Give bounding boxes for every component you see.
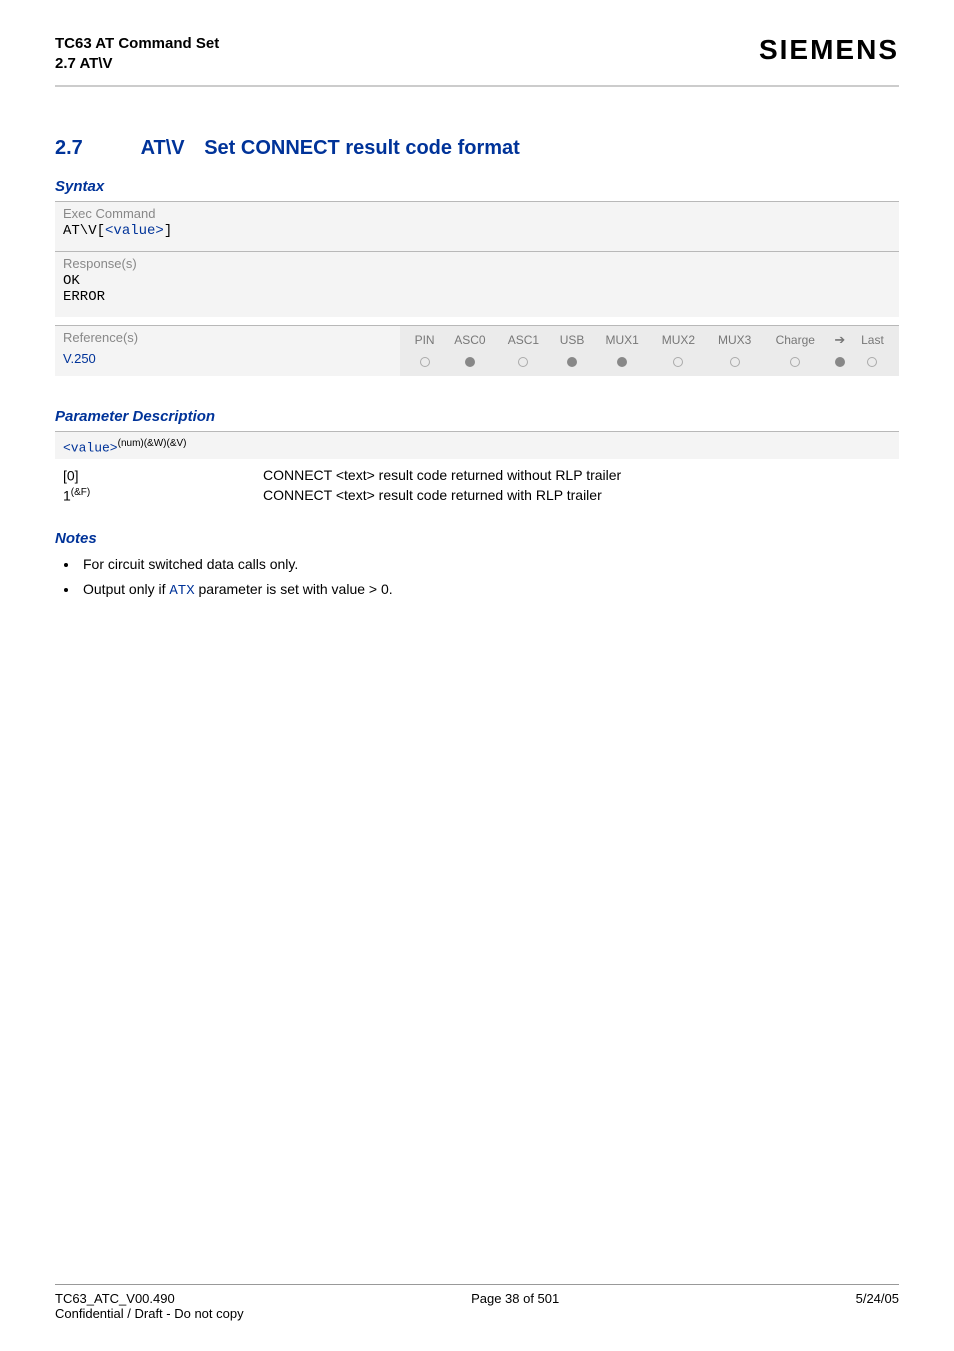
param-val-0: [0] — [63, 467, 79, 483]
note-0-pre: For circuit switched data calls only. — [83, 556, 298, 572]
pin-h-1: ASC0 — [443, 330, 496, 350]
exec-cmd-prefix: AT\V[ — [63, 223, 105, 239]
footer-divider — [55, 1284, 899, 1285]
dot-filled-icon — [835, 357, 845, 367]
notes-heading: Notes — [55, 530, 899, 547]
section-number: 2.7 — [55, 137, 135, 160]
doc-subtitle: 2.7 AT\V — [55, 54, 219, 74]
header-divider — [55, 85, 899, 87]
doc-title: TC63 AT Command Set — [55, 34, 219, 54]
param-desc-0: CONNECT <text> result code returned with… — [263, 467, 621, 484]
atx-link[interactable]: ATX — [169, 583, 194, 599]
exec-command-text: AT\V[<value>] — [63, 221, 891, 243]
exec-cmd-param[interactable]: <value> — [105, 223, 164, 239]
dot-filled-icon — [617, 357, 627, 367]
pin-h-4: MUX1 — [594, 330, 650, 350]
page-footer: TC63_ATC_V00.490 Page 38 of 501 5/24/05 … — [55, 1284, 899, 1321]
note-0: For circuit switched data calls only. — [79, 553, 899, 575]
param-desc-heading: Parameter Description — [55, 408, 899, 425]
dot-open-icon — [420, 357, 430, 367]
brand-logo: SIEMENS — [759, 34, 899, 66]
pin-h-5: MUX2 — [650, 330, 706, 350]
param-val-1: 1 — [63, 488, 71, 504]
dot-filled-icon — [465, 357, 475, 367]
param-sup: (num)(&W)(&V) — [118, 438, 187, 449]
footer-page: Page 38 of 501 — [471, 1291, 559, 1306]
param-row-1: 1(&F) CONNECT <text> result code returne… — [63, 487, 891, 504]
syntax-heading: Syntax — [55, 178, 899, 195]
exec-command-label: Exec Command — [63, 206, 891, 221]
pin-cell-7 — [763, 350, 828, 370]
footer-confidential: Confidential / Draft - Do not copy — [55, 1306, 899, 1321]
pin-h-6: MUX3 — [707, 330, 763, 350]
pin-h-7: Charge — [763, 330, 828, 350]
param-name-box: <value>(num)(&W)(&V) — [55, 431, 899, 459]
param-rows: [0] CONNECT <text> result code returned … — [55, 459, 899, 512]
response-label: Response(s) — [63, 256, 891, 271]
pin-cell-1 — [443, 350, 496, 370]
note-1-post: parameter is set with value > 0. — [195, 581, 393, 597]
pin-table: PIN ASC0 ASC1 USB MUX1 MUX2 MUX3 Charge … — [406, 330, 893, 370]
section-title-text: Set CONNECT result code format — [204, 137, 520, 159]
param-row-0: [0] CONNECT <text> result code returned … — [63, 467, 891, 484]
pin-h-3: USB — [550, 330, 594, 350]
response-error: ERROR — [63, 289, 891, 309]
param-val-1-sup: (&F) — [71, 487, 90, 498]
pin-h-9: Last — [852, 330, 893, 350]
response-box: Response(s) OK ERROR — [55, 251, 899, 317]
exec-cmd-suffix: ] — [164, 223, 172, 239]
pin-h-0: PIN — [406, 330, 443, 350]
pin-h-8: ➔ — [828, 330, 852, 350]
reference-row: Reference(s) V.250 PIN ASC0 ASC1 USB MUX… — [55, 325, 899, 376]
dot-open-icon — [673, 357, 683, 367]
reference-label: Reference(s) — [63, 330, 392, 345]
pin-cell-5 — [650, 350, 706, 370]
pin-header-row: PIN ASC0 ASC1 USB MUX1 MUX2 MUX3 Charge … — [406, 330, 893, 350]
pin-cell-6 — [707, 350, 763, 370]
arrow-icon: ➔ — [834, 332, 845, 347]
dot-open-icon — [730, 357, 740, 367]
response-ok: OK — [63, 271, 891, 289]
pin-cell-8 — [828, 350, 852, 370]
dot-filled-icon — [567, 357, 577, 367]
footer-date: 5/24/05 — [856, 1291, 899, 1306]
page-header: TC63 AT Command Set 2.7 AT\V SIEMENS — [55, 34, 899, 75]
pin-value-row — [406, 350, 893, 370]
notes-list: For circuit switched data calls only. Ou… — [55, 553, 899, 602]
pin-h-2: ASC1 — [497, 330, 550, 350]
dot-open-icon — [518, 357, 528, 367]
param-name[interactable]: <value> — [63, 440, 118, 455]
param-desc-1: CONNECT <text> result code returned with… — [263, 487, 602, 504]
footer-doc: TC63_ATC_V00.490 — [55, 1291, 175, 1306]
section-command: AT\V — [141, 137, 185, 160]
pin-cell-3 — [550, 350, 594, 370]
pin-cell-4 — [594, 350, 650, 370]
dot-open-icon — [790, 357, 800, 367]
pin-cell-0 — [406, 350, 443, 370]
exec-command-box: Exec Command AT\V[<value>] — [55, 201, 899, 251]
section-heading: 2.7 AT\V Set CONNECT result code format — [55, 137, 899, 160]
note-1: Output only if ATX parameter is set with… — [79, 578, 899, 602]
pin-cell-2 — [497, 350, 550, 370]
reference-link[interactable]: V.250 — [63, 351, 392, 366]
dot-open-icon — [867, 357, 877, 367]
note-1-pre: Output only if — [83, 581, 169, 597]
pin-cell-9 — [852, 350, 893, 370]
